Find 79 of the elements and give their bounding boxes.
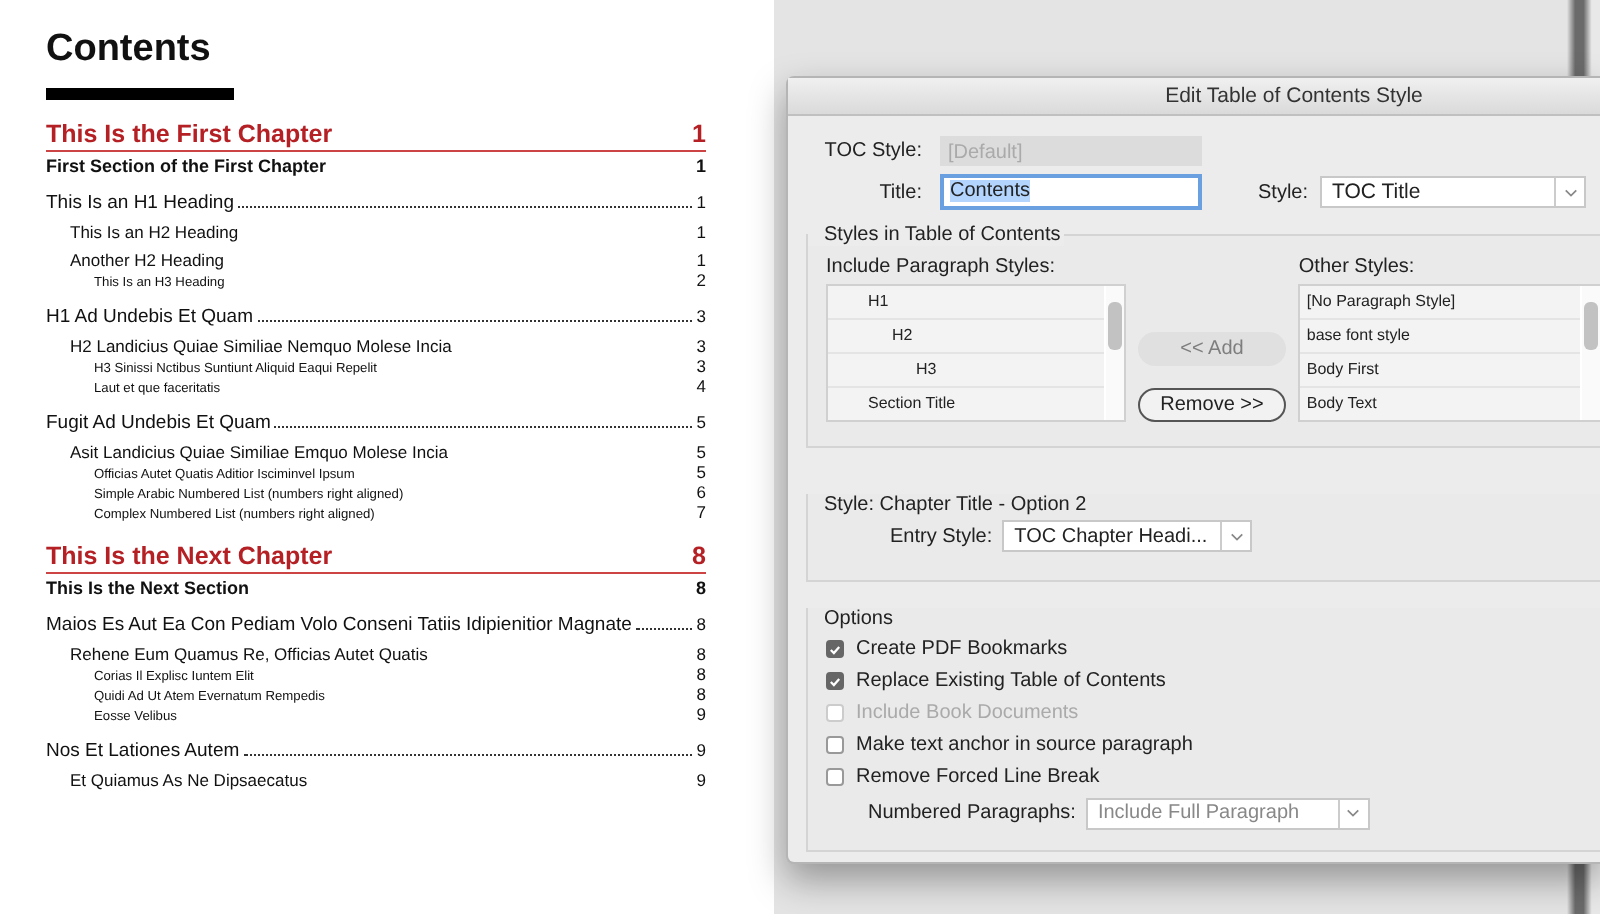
list-item[interactable]: Body Text bbox=[1300, 388, 1580, 420]
page-number: 3 bbox=[696, 356, 706, 376]
field-label: TOC Style: bbox=[822, 140, 922, 162]
dot-leader bbox=[635, 628, 693, 630]
remove-button[interactable]: Remove >> bbox=[1138, 388, 1286, 422]
checkbox[interactable] bbox=[826, 767, 844, 786]
list-item[interactable]: H3 bbox=[828, 354, 1104, 388]
toc-entry: H2 Landicius Quiae Similiae Nemquo Molese Incia bbox=[70, 336, 452, 356]
list-item[interactable]: Section Title bbox=[828, 388, 1104, 420]
page-number: 9 bbox=[696, 740, 706, 760]
page-number: 1 bbox=[696, 192, 706, 212]
list-item[interactable]: base font style bbox=[1300, 320, 1580, 354]
list-item[interactable]: Body First bbox=[1300, 354, 1580, 388]
chevron-down-icon bbox=[1229, 531, 1244, 541]
checkbox-label: Include Book Documents bbox=[856, 701, 1079, 724]
window-title: Edit Table of Contents Style bbox=[788, 78, 1600, 116]
scrollbar[interactable] bbox=[1105, 286, 1124, 420]
group-legend: Style: Chapter Title - Option 2 bbox=[808, 494, 1600, 516]
toc-entry: First Section of the First Chapter bbox=[46, 156, 327, 176]
list-item[interactable]: H1 bbox=[828, 286, 1104, 320]
toc-entry: This Is an H1 Heading bbox=[46, 192, 234, 214]
toc-entry: Nos Et Lationes Autem bbox=[46, 740, 240, 762]
toc-entry: Maios Es Aut Ea Con Pediam Volo Conseni Tatiis Idipienitior Magnate bbox=[46, 614, 632, 636]
page-number: 1 bbox=[692, 120, 706, 148]
scrollbar[interactable] bbox=[1582, 286, 1600, 420]
page-number: 6 bbox=[696, 482, 706, 502]
field-label: Title: bbox=[877, 181, 922, 203]
chevron-down-icon bbox=[1563, 187, 1578, 197]
page-number: 3 bbox=[696, 306, 706, 326]
group-legend: Styles in Table of Contents bbox=[808, 224, 1065, 246]
toc-title: Contents bbox=[46, 28, 213, 72]
page-number: 9 bbox=[696, 704, 706, 724]
list-item[interactable]: [No Paragraph Style] bbox=[1300, 286, 1580, 320]
chevron-down-icon bbox=[1346, 808, 1361, 819]
page-number: 1 bbox=[695, 156, 706, 176]
field-label: Entry Style: bbox=[890, 525, 993, 547]
checkbox-label: Replace Existing Table of Contents bbox=[856, 670, 1166, 693]
page-number: 5 bbox=[696, 442, 706, 462]
field-label: Numbered Paragraphs: bbox=[868, 802, 1076, 825]
checkbox-label: Create PDF Bookmarks bbox=[856, 638, 1068, 661]
page-number: 8 bbox=[695, 578, 706, 598]
title-input[interactable]: Contents bbox=[940, 174, 1202, 210]
page-number: 8 bbox=[692, 542, 706, 570]
list-label: Other Styles: bbox=[1298, 256, 1417, 278]
page-number: 9 bbox=[696, 770, 706, 790]
page-number: 7 bbox=[696, 502, 706, 522]
list-label: Include Paragraph Styles: bbox=[826, 256, 1058, 278]
page-number: 8 bbox=[696, 644, 706, 664]
group-legend: Options bbox=[808, 608, 1600, 630]
toc-entry: This Is the Next Chapter bbox=[46, 542, 333, 570]
checkbox[interactable] bbox=[826, 640, 844, 659]
checkbox[interactable] bbox=[826, 672, 844, 691]
toc-entry: This Is the First Chapter bbox=[46, 120, 333, 148]
page-number: 5 bbox=[696, 412, 706, 432]
checkbox[interactable] bbox=[826, 735, 844, 754]
toc-entry: Asit Landicius Quiae Similiae Emquo Molese Incia bbox=[70, 442, 448, 462]
page-number: 4 bbox=[696, 376, 706, 396]
page-number: 5 bbox=[696, 462, 706, 482]
toc-entry: This Is the Next Section bbox=[46, 578, 250, 598]
toc-entry: Rehene Eum Quamus Re, Officias Autet Quatis bbox=[70, 644, 428, 664]
page-number: 3 bbox=[696, 336, 706, 356]
page-number: 1 bbox=[696, 250, 706, 270]
page-number: 8 bbox=[696, 614, 706, 634]
page-number: 8 bbox=[696, 664, 706, 684]
toc-entry: H1 Ad Undebis Et Quam bbox=[46, 306, 253, 328]
toc-entry: Fugit Ad Undebis Et Quam bbox=[46, 412, 271, 434]
checkbox-label: Remove Forced Line Break bbox=[856, 765, 1100, 788]
style-dropdown[interactable]: TOC Title bbox=[1320, 176, 1587, 208]
checkbox-label: Make text anchor in source paragraph bbox=[856, 733, 1193, 756]
entry-style-dropdown[interactable]: TOC Chapter Headi... bbox=[1002, 520, 1253, 552]
numbered-paragraphs-dropdown[interactable]: Include Full Paragraph bbox=[1085, 797, 1370, 830]
page-number: 8 bbox=[696, 684, 706, 704]
toc-entry: Another H2 Heading bbox=[70, 250, 225, 270]
page-number: 1 bbox=[696, 222, 706, 242]
list-item[interactable]: H2 bbox=[828, 320, 1104, 354]
field-label: Style: bbox=[1258, 181, 1309, 203]
page-number: 2 bbox=[696, 270, 706, 290]
toc-entry: This Is an H2 Heading bbox=[70, 222, 239, 242]
toc-entry: Et Quiamus As Ne Dipsaecatus bbox=[70, 770, 308, 790]
